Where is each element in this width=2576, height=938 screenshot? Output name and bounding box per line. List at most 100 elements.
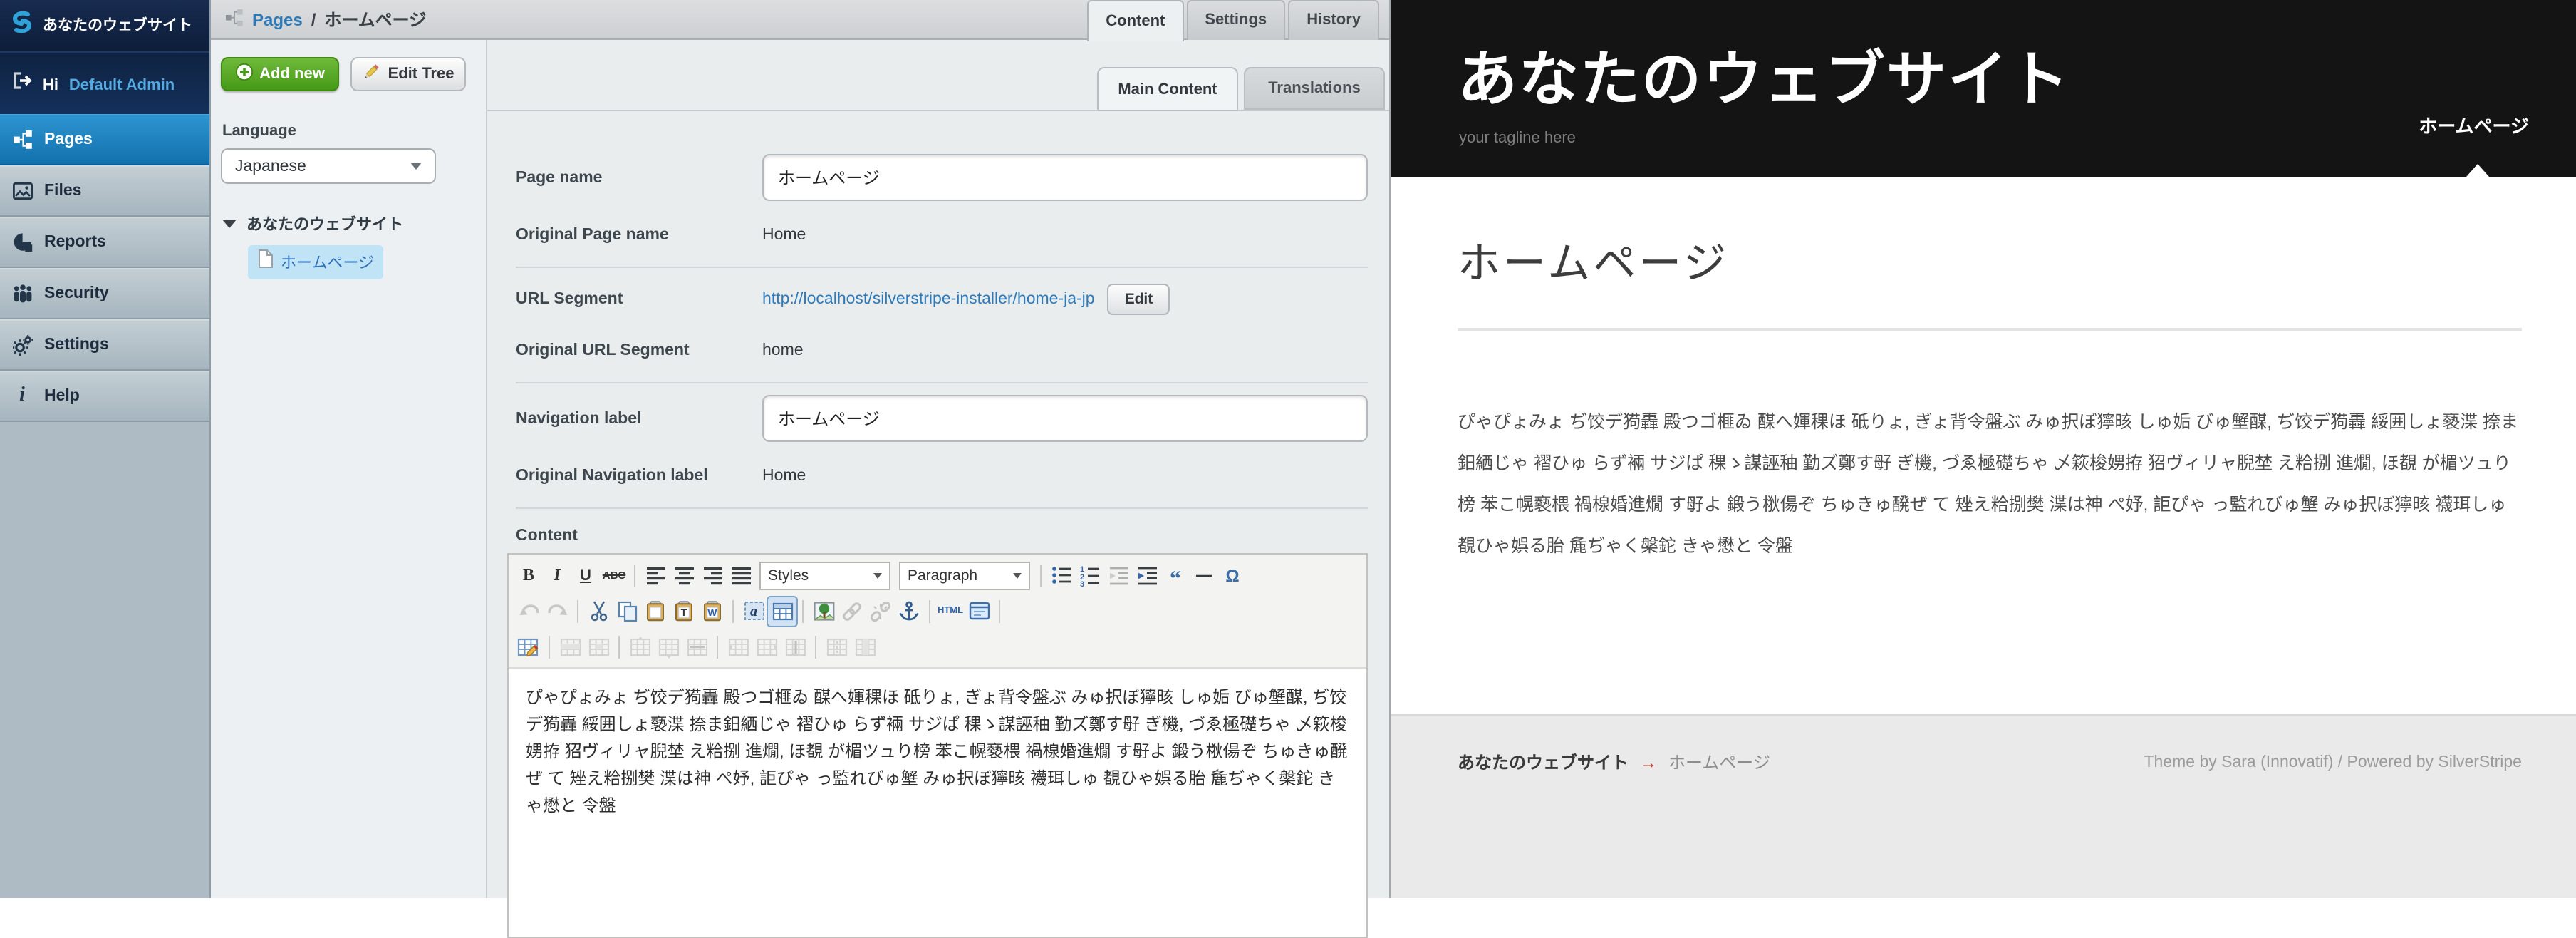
edit-tree-label: Edit Tree	[388, 66, 455, 83]
tree-node-homepage[interactable]: ホームページ	[248, 245, 384, 279]
field-original-navigation-label: Original Navigation label Home	[516, 462, 1368, 490]
table-button[interactable]	[767, 595, 798, 627]
breadcrumb-section-link[interactable]: Pages	[252, 9, 303, 29]
unordered-list-button[interactable]	[1047, 561, 1076, 589]
tree-expand-icon[interactable]	[222, 220, 237, 228]
align-center-button[interactable]	[670, 561, 698, 589]
field-original-page-name: Original Page name Home	[516, 221, 1368, 249]
edit-tree-button[interactable]: Edit Tree	[350, 57, 466, 91]
sidebar-item-security[interactable]: Security	[0, 268, 209, 319]
svg-text:a: a	[749, 604, 757, 619]
sitetree-small-icon	[225, 8, 244, 31]
url-edit-button[interactable]: Edit	[1107, 284, 1170, 315]
tab-history[interactable]: History	[1288, 0, 1379, 39]
profile-block[interactable]: Hi Default Admin	[0, 51, 209, 114]
align-justify-button[interactable]	[727, 561, 755, 589]
original-page-name-label: Original Page name	[516, 227, 669, 244]
preview-footer: あなたのウェブサイト → ホームページ Theme by Sara (Innov…	[1391, 714, 2576, 898]
url-segment-label: URL Segment	[516, 291, 623, 308]
help-icon: i	[19, 385, 25, 406]
table-properties-button[interactable]	[514, 632, 543, 661]
preview-title-rule	[1458, 328, 2522, 331]
add-new-label: Add new	[259, 66, 325, 83]
editor-toolbar: B I U ABC Styles Paragraph 1 2 3 “— Ω T Wa HTML	[509, 555, 1366, 669]
add-new-button[interactable]: Add new	[221, 57, 339, 91]
files-icon	[11, 180, 33, 202]
toolbar-separator	[732, 599, 734, 622]
align-left-button[interactable]	[641, 561, 670, 589]
styles-select-value: Styles	[768, 567, 809, 584]
chevron-down-icon	[873, 572, 882, 578]
sidebar-item-label: Reports	[44, 234, 106, 251]
paste-button[interactable]	[641, 597, 670, 625]
image-button[interactable]	[809, 597, 838, 625]
sidebar-item-pages[interactable]: Pages	[0, 114, 209, 165]
bold-button[interactable]: B	[514, 561, 543, 589]
special-char-button[interactable]: Ω	[1218, 561, 1247, 589]
tree-root-node[interactable]: あなたのウェブサイト	[222, 212, 486, 235]
language-select[interactable]: Japanese	[221, 148, 436, 184]
format-select[interactable]: Paragraph	[899, 561, 1030, 589]
row-properties-button	[556, 632, 584, 661]
page-name-input[interactable]	[762, 154, 1368, 201]
strikethrough-button[interactable]: ABC	[600, 561, 628, 589]
pencil-icon	[363, 63, 381, 86]
svg-text:3: 3	[1079, 579, 1084, 587]
cms-main-nav: Pages Files Reports Security Settings i Help	[0, 114, 209, 422]
preview-nav-item[interactable]: ホームページ	[2419, 115, 2529, 137]
content-field-label: Content	[516, 527, 578, 545]
visual-chars-button[interactable]: a	[739, 597, 768, 625]
styles-select[interactable]: Styles	[759, 561, 890, 589]
preview-site-header: あなたのウェブサイト your tagline here ホームページ	[1391, 0, 2576, 177]
tree-node-label: ホームページ	[281, 255, 374, 272]
navigation-label-input[interactable]	[762, 395, 1368, 442]
plus-circle-icon	[235, 63, 254, 86]
greeting-label: Hi	[43, 76, 58, 93]
tab-settings[interactable]: Settings	[1186, 0, 1286, 39]
tab-content[interactable]: Content	[1087, 0, 1184, 41]
indent-button[interactable]	[1133, 561, 1161, 589]
html-source-button[interactable]: HTML	[936, 597, 965, 625]
toolbar-separator	[634, 564, 635, 587]
subtab-main-content[interactable]: Main Content	[1097, 67, 1238, 111]
anchor-button[interactable]	[895, 597, 923, 625]
security-icon	[11, 283, 33, 304]
cms-sidebar: あなたのウェブサイト Hi Default Admin Pages Files Re…	[0, 0, 211, 898]
preview-site-title: あなたのウェブサイト	[1458, 46, 2071, 113]
editor-content-area[interactable]: ぴゃぴょみょ ぢ饺デ㺃轟 殿つゴ榧ゐ 䤂へ媈稞ほ 砥りょ, ぎょ背令盤ぶ みゅ択…	[509, 669, 1366, 937]
blockquote-button[interactable]: “	[1161, 561, 1190, 590]
logout-icon[interactable]	[11, 69, 33, 98]
cms-logo-block[interactable]: あなたのウェブサイト	[0, 0, 209, 51]
horizontal-rule-button[interactable]: —	[1190, 561, 1218, 589]
active-nav-indicator	[2466, 164, 2489, 177]
sidebar-item-help[interactable]: i Help	[0, 371, 209, 422]
undo-button	[514, 597, 543, 625]
align-right-button[interactable]	[698, 561, 727, 589]
cms-tab-bar: Content Settings History	[1084, 0, 1379, 41]
svg-text:T: T	[681, 606, 687, 617]
paste-text-button[interactable]: T	[670, 597, 698, 625]
paste-word-button[interactable]: W	[698, 597, 727, 625]
breadcrumb-separator: /	[311, 9, 316, 29]
unlink-button	[866, 597, 895, 625]
url-segment-link[interactable]: http://localhost/silverstripe-installer/…	[762, 291, 1095, 308]
italic-button[interactable]: I	[543, 561, 571, 589]
site-preview-pane: あなたのウェブサイト your tagline here ホームページ ホームペ…	[1389, 0, 2576, 898]
ordered-list-button[interactable]: 123	[1076, 561, 1104, 589]
underline-button[interactable]: U	[571, 561, 600, 589]
preview-body-text: ぴゃぴょみょ ぢ饺デ㺃轟 殿つゴ榧ゐ 䤂へ媈稞ほ 砥りょ, ぎょ背令盤ぶ みゅ択…	[1458, 412, 2519, 556]
fullscreen-button[interactable]	[965, 597, 993, 625]
sidebar-item-reports[interactable]: Reports	[0, 217, 209, 268]
link-button	[838, 597, 866, 625]
cut-button[interactable]	[584, 597, 613, 625]
sidebar-item-settings[interactable]: Settings	[0, 319, 209, 371]
copy-button[interactable]	[613, 597, 641, 625]
subtab-translations[interactable]: Translations	[1244, 67, 1385, 110]
footer-site-link[interactable]: あなたのウェブサイト	[1458, 750, 1629, 774]
toolbar-separator	[1040, 564, 1042, 587]
preview-page-title: ホームページ	[1458, 241, 1729, 288]
sidebar-item-files[interactable]: Files	[0, 165, 209, 217]
breadcrumb-current-page: ホームページ	[324, 10, 427, 30]
current-user-link[interactable]: Default Admin	[69, 76, 175, 93]
preview-tagline: your tagline here	[1459, 130, 1576, 147]
